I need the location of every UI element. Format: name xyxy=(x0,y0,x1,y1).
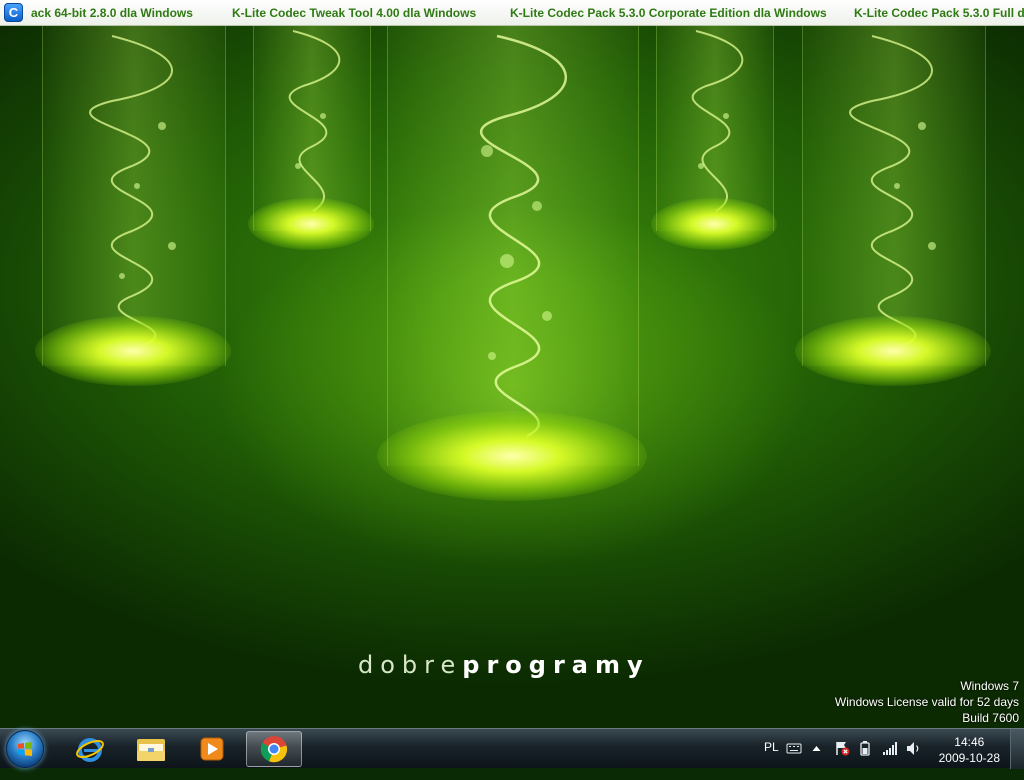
wallpaper-tube xyxy=(651,26,777,250)
desktop-wallpaper[interactable]: dobreprogramy Windows 7 Windows License … xyxy=(0,26,1024,728)
wallpaper-brand-text: dobreprogramy xyxy=(358,651,650,679)
power-icon[interactable] xyxy=(858,740,872,757)
taskbar-chrome-button[interactable] xyxy=(246,731,302,767)
system-clock[interactable]: 14:46 2009-10-28 xyxy=(939,734,1000,766)
language-indicator[interactable]: PL xyxy=(764,740,779,780)
ticker-link[interactable]: K-Lite Codec Pack 5.3.0 Corporate Editio… xyxy=(510,6,827,20)
news-ticker-bar: C ack 64-bit 2.8.0 dla Windows K-Lite Co… xyxy=(0,0,1024,26)
ticker-link[interactable]: K-Lite Codec Tweak Tool 4.00 dla Windows xyxy=(232,6,476,20)
volume-icon[interactable] xyxy=(906,741,922,756)
taskbar-media-player-button[interactable] xyxy=(184,731,240,767)
ticker-link[interactable]: ack 64-bit 2.8.0 dla Windows xyxy=(31,6,193,20)
dobreprogramy-logo-icon[interactable]: C xyxy=(4,3,23,22)
wallpaper-tube xyxy=(34,26,232,386)
taskbar-internet-explorer-button[interactable] xyxy=(62,731,118,767)
media-player-icon xyxy=(200,737,224,761)
ticker-link[interactable]: K-Lite Codec Pack 5.3.0 Full dla xyxy=(854,6,1024,20)
internet-explorer-icon xyxy=(76,738,104,762)
windows-flag-icon xyxy=(18,742,32,756)
keyboard-icon[interactable] xyxy=(786,741,802,755)
chrome-icon xyxy=(260,736,288,763)
wallpaper-tube xyxy=(248,26,374,250)
clock-time: 14:46 xyxy=(954,735,985,749)
network-signal-icon[interactable] xyxy=(882,741,898,755)
action-center-flag-icon[interactable] xyxy=(834,740,850,756)
taskbar-explorer-button[interactable] xyxy=(123,731,179,767)
wallpaper-tube xyxy=(377,26,647,501)
wallpaper-tube xyxy=(794,26,992,386)
taskbar: PL 14:46 2009-10-28 xyxy=(0,728,1024,769)
clock-date: 2009-10-28 xyxy=(938,751,1000,765)
explorer-folder-icon xyxy=(137,739,165,761)
start-button[interactable] xyxy=(6,730,44,768)
show-hidden-icons-chevron[interactable] xyxy=(812,745,821,752)
show-desktop-button[interactable] xyxy=(1010,729,1024,769)
windows-build-watermark: Windows 7 Windows License valid for 52 d… xyxy=(834,679,1019,725)
